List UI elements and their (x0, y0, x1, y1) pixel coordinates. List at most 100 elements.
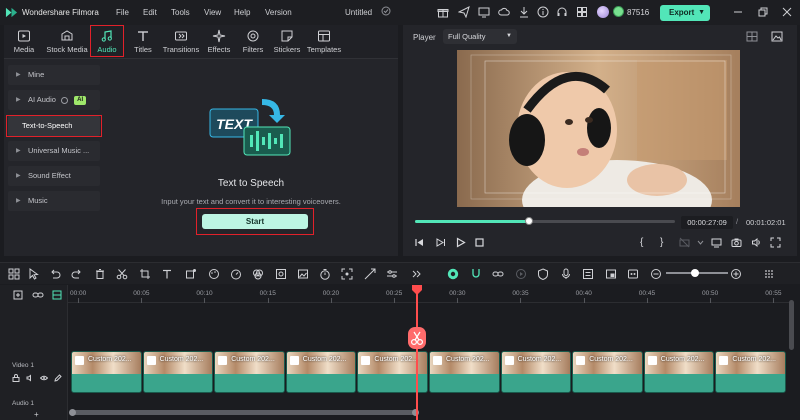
sidebar-item-sound-effect[interactable]: ▶ Sound Effect (8, 166, 100, 186)
motion-track-icon[interactable] (364, 268, 376, 280)
timer-icon[interactable] (319, 268, 331, 280)
tab-transitions[interactable]: Transitions (160, 27, 202, 57)
more-chevron-icon[interactable] (410, 268, 422, 280)
video-clip[interactable]: Custom 202... (429, 351, 500, 393)
vertical-scrollbar[interactable] (789, 300, 794, 350)
sidebar-item-ai-audio[interactable]: ▶ AI Audio AI (8, 90, 100, 110)
playback-scrubber[interactable] (415, 217, 675, 225)
zoom-out-icon[interactable] (650, 268, 662, 280)
playhead-marker-icon[interactable] (412, 285, 422, 295)
previous-frame-icon[interactable] (414, 237, 425, 248)
track-manager-icon[interactable] (52, 290, 62, 300)
track-lock-icon[interactable] (12, 374, 20, 382)
headset-support-icon[interactable] (556, 6, 568, 18)
color-match-icon[interactable] (252, 268, 264, 280)
video-clip[interactable]: Custom 202... (500, 351, 572, 393)
video-clip[interactable]: Custom 202... (285, 351, 357, 393)
dropdown-chevron-icon[interactable] (695, 237, 706, 248)
link-icon[interactable] (492, 268, 504, 280)
download-icon[interactable] (518, 6, 530, 18)
mark-out-icon[interactable]: } (660, 237, 671, 248)
tab-effects[interactable]: Effects (204, 27, 234, 57)
color-palette-icon[interactable] (208, 268, 220, 280)
play-backward-icon[interactable] (435, 237, 446, 248)
tab-audio[interactable]: Audio (90, 25, 124, 57)
menu-file[interactable]: File (116, 8, 129, 17)
stop-icon[interactable] (474, 237, 485, 248)
scrollbar-left-handle[interactable] (69, 409, 76, 416)
info-icon[interactable] (537, 6, 549, 18)
redo-icon[interactable] (71, 268, 83, 280)
close-icon[interactable] (782, 7, 792, 17)
track-visibility-eye-icon[interactable] (40, 374, 48, 382)
crop-zoom-icon[interactable] (185, 268, 197, 280)
snapshot-image-icon[interactable] (771, 31, 783, 42)
audio-adjust-icon[interactable] (386, 268, 398, 280)
video-clip[interactable]: Custom 202... (643, 351, 715, 393)
grid-view-icon[interactable] (746, 31, 758, 42)
microphone-icon[interactable] (560, 268, 572, 280)
menu-view[interactable]: View (204, 8, 221, 17)
keyframe-panel-icon[interactable] (627, 268, 639, 280)
shield-icon[interactable] (537, 268, 549, 280)
quality-dropdown[interactable]: Full Quality ▼ (443, 29, 517, 44)
monitor-icon[interactable] (478, 6, 490, 18)
cloud-upload-icon[interactable] (498, 6, 510, 18)
stabilize-icon[interactable] (275, 268, 287, 280)
menu-version[interactable]: Version (265, 8, 292, 17)
fullscreen-icon[interactable] (770, 237, 781, 248)
tab-titles[interactable]: Titles (130, 27, 156, 57)
tab-stickers[interactable]: Stickers (272, 27, 302, 57)
undo-icon[interactable] (49, 268, 61, 280)
gift-icon[interactable] (437, 6, 449, 18)
mark-in-icon[interactable]: { (640, 237, 651, 248)
sidebar-item-mine[interactable]: ▶ Mine (8, 65, 100, 85)
horizontal-scrollbar[interactable] (72, 410, 417, 415)
voiceover-list-icon[interactable] (582, 268, 594, 280)
menu-edit[interactable]: Edit (143, 8, 157, 17)
video-clip[interactable]: Custom 202... (214, 351, 285, 393)
video-clip[interactable]: Custom 202... (71, 351, 142, 393)
scrubber-handle[interactable] (525, 217, 534, 225)
text-tool-icon[interactable] (161, 268, 173, 280)
sidebar-item-music[interactable]: ▶ Music (8, 191, 100, 211)
restore-icon[interactable] (758, 7, 768, 17)
more-options-grid-icon[interactable] (763, 268, 775, 280)
video-clip[interactable]: Custom 202... (715, 351, 786, 393)
display-icon[interactable] (711, 237, 722, 248)
add-track-icon[interactable] (13, 290, 23, 300)
menu-help[interactable]: Help (234, 8, 250, 17)
sidebar-item-universal-music[interactable]: ▶ Universal Music ... (8, 141, 100, 161)
crop-icon[interactable] (139, 268, 151, 280)
split-scissors-icon[interactable] (116, 268, 128, 280)
send-icon[interactable] (458, 6, 470, 18)
adjust-image-icon[interactable] (297, 268, 309, 280)
sidebar-item-text-to-speech[interactable]: Text-to-Speech (6, 115, 102, 137)
tab-filters[interactable]: Filters (240, 27, 266, 57)
select-cursor-icon[interactable] (28, 268, 40, 280)
track-mute-icon[interactable] (26, 374, 34, 382)
grid-apps-icon[interactable] (576, 6, 588, 18)
speed-clock-icon[interactable] (230, 268, 242, 280)
pip-image-icon[interactable] (605, 268, 617, 280)
camera-snapshot-icon[interactable] (731, 237, 742, 248)
minimize-icon[interactable] (733, 7, 743, 17)
snap-magnet-icon[interactable] (470, 268, 482, 280)
layout-grid-icon[interactable] (8, 268, 20, 280)
start-button[interactable]: Start (202, 214, 308, 229)
auto-reframe-icon[interactable] (341, 268, 353, 280)
play-icon[interactable] (455, 237, 466, 248)
ai-tool-green-icon[interactable] (447, 268, 459, 280)
playhead-line[interactable] (416, 285, 418, 420)
video-preview[interactable] (457, 50, 740, 207)
tab-media[interactable]: Media (10, 27, 38, 57)
export-button[interactable]: Export ▼ (660, 5, 710, 21)
track-edit-icon[interactable] (54, 374, 62, 382)
zoom-in-icon[interactable] (730, 268, 742, 280)
tab-templates[interactable]: Templates (306, 27, 342, 57)
zoom-slider-handle[interactable] (691, 269, 699, 277)
playhead-handle[interactable] (408, 327, 426, 349)
timeline-ruler[interactable]: 00:00 00:05 00:10 00:15 00:20 00:25 00:30 00:35… (68, 285, 790, 303)
video-clip[interactable]: Custom 202... (572, 351, 643, 393)
user-avatar[interactable] (597, 6, 609, 18)
